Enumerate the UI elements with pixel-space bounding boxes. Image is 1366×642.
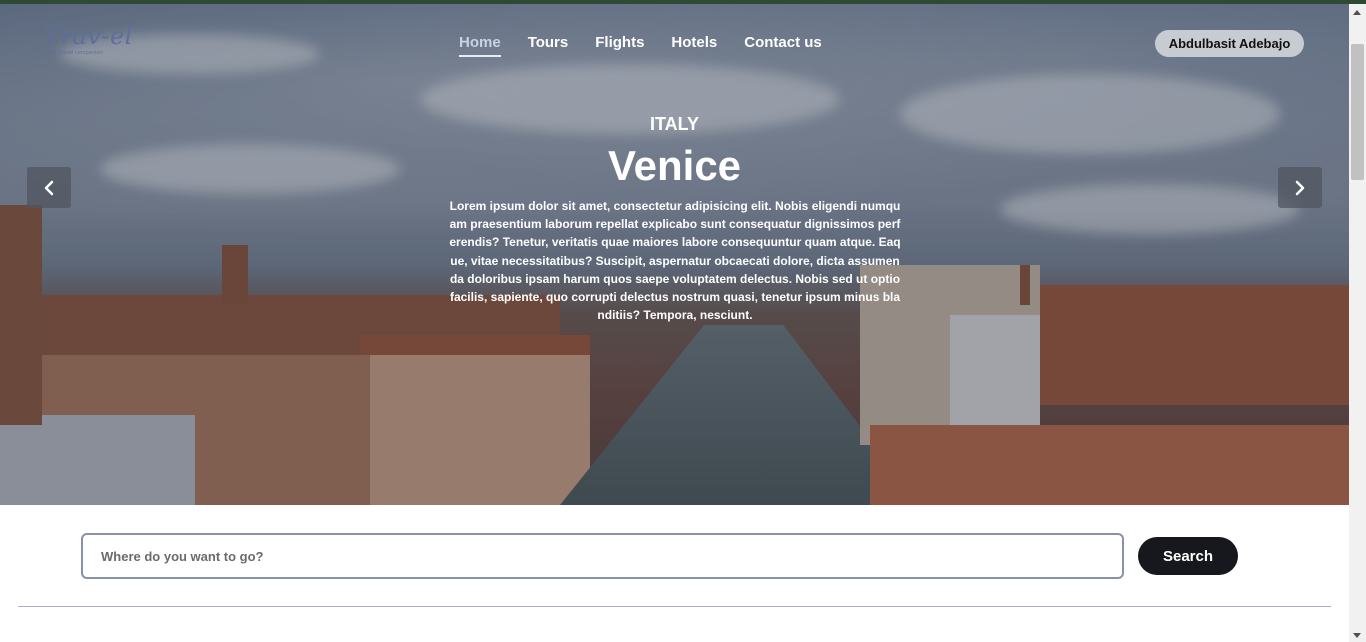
nav-flights[interactable]: Flights [595,34,644,57]
hero-city-title: Venice [607,142,742,189]
nav-tours[interactable]: Tours [528,34,569,57]
destination-search-input[interactable] [81,533,1124,579]
nav-home[interactable]: Home [459,34,501,57]
page-scrollbar[interactable] [1349,4,1366,642]
nav-contact-us[interactable]: Contact us [744,34,822,57]
nav-hotels[interactable]: Hotels [671,34,717,57]
hero-country: ITALY [649,114,699,134]
hero-description: Lorem ipsum dolor sit amet, consectetur … [449,199,901,323]
section-divider [18,606,1331,607]
carousel-next-button[interactable] [1278,167,1322,208]
chevron-left-icon [44,180,54,195]
site-logo[interactable]: Trav-el [44,22,133,50]
scroll-up-arrow-icon[interactable] [1353,10,1361,15]
scroll-down-arrow-icon[interactable] [1353,633,1361,638]
main-nav: Home Tours Flights Hotels Contact us [459,34,822,57]
hero-banner: Trav-el your travel companion Home Tours… [0,4,1349,505]
chevron-right-icon [1295,180,1305,195]
carousel-prev-button[interactable] [27,167,71,208]
scroll-thumb[interactable] [1351,44,1364,180]
search-button[interactable]: Search [1138,537,1238,575]
logo-tagline: your travel companion [46,50,103,56]
user-profile-button[interactable]: Abdulbasit Adebajo [1155,30,1304,57]
